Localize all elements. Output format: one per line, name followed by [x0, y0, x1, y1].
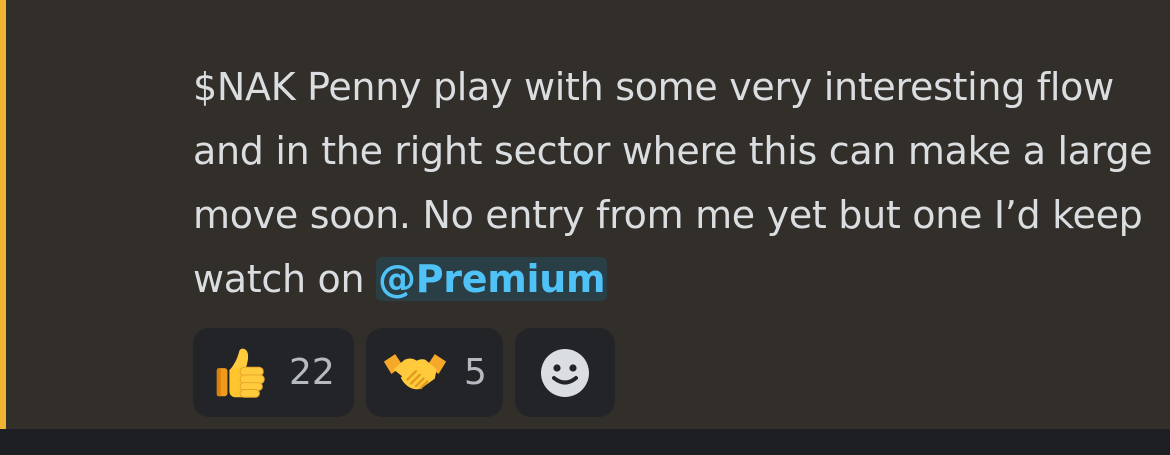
add-reaction-button[interactable] [515, 328, 615, 417]
thumbs-up-icon [216, 348, 265, 398]
message-row: $NAK Penny play with some very interesti… [0, 0, 1170, 429]
reaction-count: 5 [464, 352, 487, 393]
reaction-handshake[interactable]: 5 [366, 328, 503, 417]
reactions-bar: 22 5 [193, 328, 615, 417]
role-mention[interactable]: @Premium [376, 257, 608, 301]
bottom-strip [0, 429, 1170, 455]
message-content: $NAK Penny play with some very interesti… [193, 55, 1153, 311]
mention-highlight-bar [0, 0, 6, 429]
reaction-thumbs-up[interactable]: 22 [193, 328, 354, 417]
smiley-add-reaction-icon [541, 348, 589, 397]
handshake-icon [383, 353, 447, 389]
message-text: $NAK Penny play with some very interesti… [193, 65, 1153, 301]
reaction-count: 22 [289, 352, 335, 393]
